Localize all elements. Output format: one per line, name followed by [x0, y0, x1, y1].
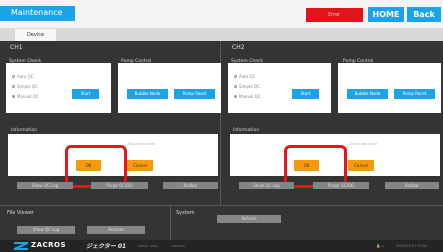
home-button-label: HOME — [372, 10, 400, 19]
radio-label: Simple QC — [239, 84, 260, 89]
rollbar-button[interactable]: Rollbar — [385, 182, 439, 189]
status-indicator: Error — [306, 8, 363, 22]
bubble-node-button[interactable]: Bubble Node — [347, 89, 388, 99]
title-banner: Maintenance — [0, 6, 75, 21]
system-check-box: Auto QC Simple QC Manual QC Start — [228, 63, 331, 113]
start-label: Start — [80, 91, 91, 96]
bubble-node-label: Bubble Node — [134, 91, 161, 96]
purge-label: Purge QC/DQ — [327, 183, 355, 188]
purge-button[interactable]: Purge QC/DQ — [313, 182, 369, 189]
cancel-label: Cancel — [354, 163, 368, 168]
radio-simple-qc[interactable]: Simple QC — [234, 84, 260, 89]
show-qc-log-button[interactable]: Show QC Log — [17, 182, 73, 189]
footer-version: version — [172, 244, 185, 248]
pump-reset-label: Pump Reset — [402, 91, 427, 96]
radio-simple-qc[interactable]: Simple QC — [12, 84, 38, 89]
show-qc-log-label: Show QC Log — [31, 183, 59, 188]
radio-label: Manual QC — [239, 94, 261, 99]
header-bar: Maintenance Error HOME Back — [0, 0, 443, 28]
back-button[interactable]: Back — [407, 7, 441, 22]
show-qc-log-button[interactable]: Show QC Log — [239, 182, 294, 189]
radio-icon — [12, 75, 15, 78]
start-label: Start — [300, 91, 311, 96]
zacros-logo-icon — [14, 242, 28, 250]
radio-auto-qc[interactable]: Auto QC — [234, 74, 256, 79]
pump-reset-button[interactable]: Pump Reset — [174, 89, 215, 99]
information-message: Not ready state — [350, 142, 378, 146]
cancel-label: Cancel — [133, 163, 147, 168]
footer-datetime: 2020/01/01 00:00 — [396, 244, 428, 248]
radio-label: Auto QC — [239, 74, 256, 79]
pump-control-box: Bubble Node Pump Reset — [338, 63, 441, 113]
file-show-qc-log-label: Show QC Log — [32, 227, 60, 232]
refresh-label: Refresh — [241, 216, 257, 221]
bubble-node-button[interactable]: Bubble Node — [127, 89, 168, 99]
channel-2-label: CH2 — [232, 44, 245, 51]
information-title: Information — [233, 128, 260, 133]
pump-control-box: Bubble Node Pump Reset — [118, 63, 221, 113]
channel-1-panel: CH1 System Check Auto QC Simple QC Manua… — [0, 41, 221, 205]
restore-button[interactable]: Restore — [87, 226, 145, 234]
footer-bar: ZACROS ジェクター 01 serial: xxxx version 🔒 ▭… — [0, 240, 443, 252]
divider — [170, 206, 171, 241]
start-button[interactable]: Start — [72, 89, 99, 99]
radio-auto-qc[interactable]: Auto QC — [12, 74, 34, 79]
radio-icon — [12, 95, 15, 98]
radio-label: Simple QC — [17, 84, 38, 89]
radio-icon — [234, 95, 237, 98]
restore-label: Restore — [108, 227, 124, 232]
channel-1-label: CH1 — [10, 44, 23, 51]
radio-icon — [234, 75, 237, 78]
radio-icon — [234, 85, 237, 88]
rollbar-label: Rollbar — [405, 183, 419, 188]
file-show-qc-log-button[interactable]: Show QC Log — [17, 226, 75, 234]
tab-device[interactable]: Device — [15, 29, 56, 41]
system-title: System — [176, 210, 195, 216]
rollbar-label: Rollbar — [183, 183, 198, 188]
start-button[interactable]: Start — [292, 89, 319, 99]
footer-status-icons: 🔒 ▭ — [376, 244, 385, 248]
footer-serial: serial: xxxx — [138, 244, 159, 248]
back-button-label: Back — [413, 10, 435, 19]
rollbar-button[interactable]: Rollbar — [163, 182, 218, 189]
cancel-button[interactable]: Cancel — [127, 160, 153, 171]
radio-manual-qc[interactable]: Manual QC — [234, 94, 261, 99]
home-button[interactable]: HOME — [368, 7, 404, 22]
brand-name: ZACROS — [31, 241, 67, 249]
page-title: Maintenance — [11, 8, 63, 17]
purge-label: Purge QC/DQ — [106, 183, 133, 188]
file-viewer-title: File Viewer — [7, 210, 34, 216]
system-check-box: Auto QC Simple QC Manual QC Start — [6, 63, 111, 113]
cancel-button[interactable]: Cancel — [348, 160, 374, 171]
radio-label: Auto QC — [17, 74, 34, 79]
refresh-button[interactable]: Refresh — [217, 215, 281, 223]
bubble-node-label: Bubble Node — [354, 91, 381, 96]
channel-2-panel: CH2 System Check Auto QC Simple QC Manua… — [222, 41, 443, 205]
tab-strip: Device — [0, 28, 443, 41]
pump-reset-button[interactable]: Pump Reset — [394, 89, 435, 99]
radio-icon — [12, 85, 15, 88]
information-message: Not ready state — [128, 142, 156, 146]
brand-product: ジェクター 01 — [86, 243, 127, 250]
status-text: Error — [328, 12, 341, 18]
radio-label: Manual QC — [17, 94, 39, 99]
purge-button[interactable]: Purge QC/DQ — [91, 182, 148, 189]
pump-reset-label: Pump Reset — [182, 91, 207, 96]
show-qc-log-label: Show QC Log — [253, 183, 280, 188]
radio-manual-qc[interactable]: Manual QC — [12, 94, 39, 99]
bottom-panel: File Viewer Show QC Log Restore System R… — [0, 205, 443, 241]
information-title: Information — [11, 128, 38, 133]
